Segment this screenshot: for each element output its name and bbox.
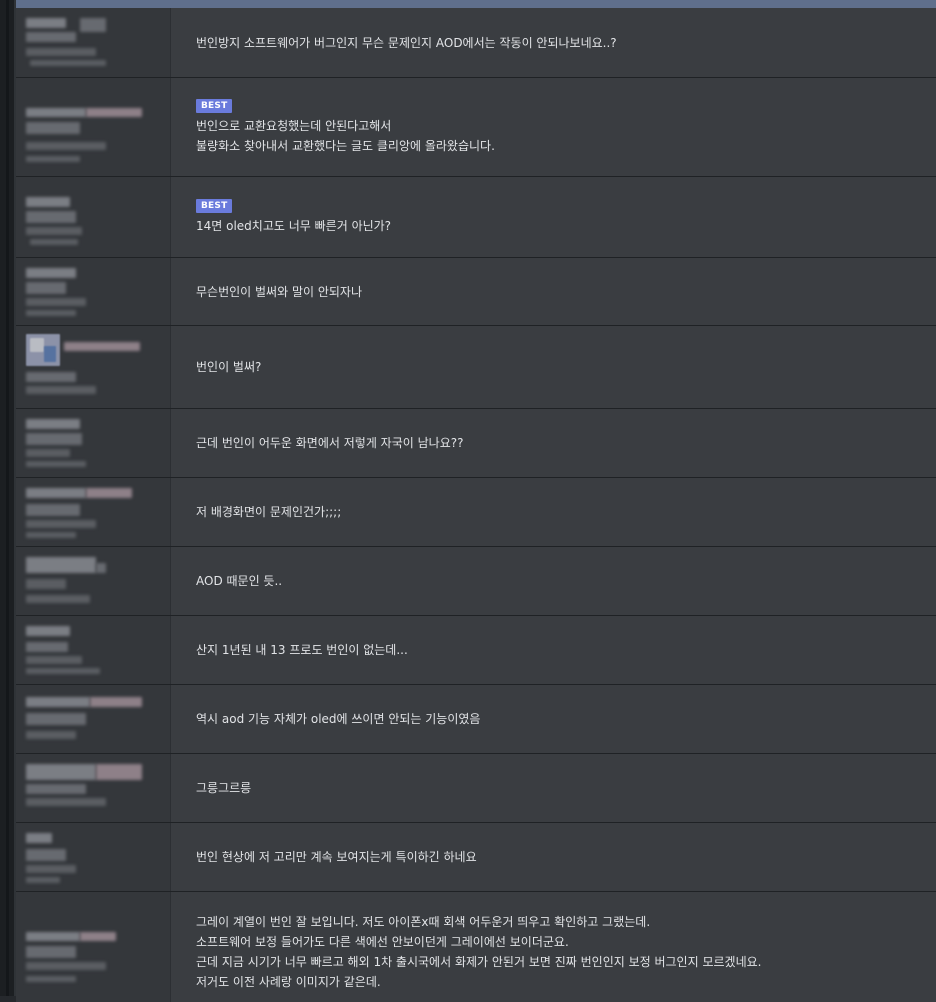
comment-text-line: 무슨번인이 벌써와 말이 안되자나	[196, 284, 363, 299]
comment-text-line: 번인방지 소프트웨어가 버그인지 무슨 문제인지 AOD에서는 작동이 안되나보…	[196, 35, 617, 50]
comment-content: 근데 번인이 어두운 화면에서 저렇게 자국이 남나요??	[196, 409, 916, 477]
comment-author[interactable]	[16, 616, 171, 684]
comment-text-line: 14면 oled치고도 너무 빠른거 아닌가?	[196, 218, 392, 233]
comment-text-line: 저 배경화면이 문제인건가;;;;	[196, 505, 342, 519]
comment-text-line: 번인이 벌써?	[196, 360, 262, 374]
comment-item: 역시 aod 기능 자체가 oled에 쓰이면 안되는 기능이였음	[16, 685, 936, 754]
comment-author[interactable]	[16, 754, 171, 822]
comment-content: 번인방지 소프트웨어가 버그인지 무슨 문제인지 AOD에서는 작동이 안되나보…	[196, 8, 916, 77]
comment-text-line: 불량화소 찾아내서 교환했다는 글도 클리앙에 올라왔습니다.	[196, 138, 495, 153]
comment-item: 그레이 계열이 번인 잘 보입니다. 저도 아이폰x때 회색 어두운거 띄우고 …	[16, 892, 936, 1002]
comment-item: BEST 14면 oled치고도 너무 빠른거 아닌가?	[16, 177, 936, 258]
comment-item: 번인 현상에 저 고리만 계속 보여지는게 특이하긴 하네요	[16, 823, 936, 892]
comment-text-line: 그레이 계열이 번인 잘 보입니다. 저도 아이폰x때 회색 어두운거 띄우고 …	[196, 915, 651, 929]
comment-author[interactable]	[16, 258, 171, 325]
comment-text-line: 근데 지금 시기가 너무 빠르고 해외 1차 출시국에서 화제가 안된거 보면 …	[196, 955, 762, 969]
comment-content: 그레이 계열이 번인 잘 보입니다. 저도 아이폰x때 회색 어두운거 띄우고 …	[196, 892, 916, 1002]
comment-author[interactable]	[16, 892, 171, 1002]
comment-item: BEST 번인으로 교환요청했는데 안된다고해서 불량화소 찾아내서 교환했다는…	[16, 78, 936, 177]
comment-text-line: 번인으로 교환요청했는데 안된다고해서	[196, 118, 392, 133]
comment-author[interactable]	[16, 8, 171, 77]
comment-author[interactable]	[16, 409, 171, 477]
comment-content: 번인이 벌써?	[196, 326, 916, 408]
comment-item: AOD 때문인 듯..	[16, 547, 936, 616]
best-badge: BEST	[196, 198, 233, 213]
comment-item: 무슨번인이 벌써와 말이 안되자나	[16, 258, 936, 326]
comment-list: 번인방지 소프트웨어가 버그인지 무슨 문제인지 AOD에서는 작동이 안되나보…	[16, 8, 936, 1002]
comment-item: 산지 1년된 내 13 프로도 번인이 없는데...	[16, 616, 936, 685]
left-edge-stripe	[6, 0, 9, 996]
comment-text-line: AOD 때문인 듯..	[196, 574, 283, 588]
top-bar	[16, 0, 936, 8]
comment-text-line: 소프트웨어 보정 들어가도 다른 색에선 안보이던게 그레이에선 보이더군요.	[196, 935, 569, 949]
comment-author[interactable]	[16, 78, 171, 176]
comment-item: 근데 번인이 어두운 화면에서 저렇게 자국이 남나요??	[16, 409, 936, 478]
comment-content: BEST 번인으로 교환요청했는데 안된다고해서 불량화소 찾아내서 교환했다는…	[196, 78, 916, 176]
comment-content: 저 배경화면이 문제인건가;;;;	[196, 478, 916, 546]
comment-author[interactable]	[16, 685, 171, 753]
comment-text-line: 그릉그르릉	[196, 781, 252, 795]
comment-content: 역시 aod 기능 자체가 oled에 쓰이면 안되는 기능이였음	[196, 685, 916, 753]
comment-content: AOD 때문인 듯..	[196, 547, 916, 615]
comment-text-line: 산지 1년된 내 13 프로도 번인이 없는데...	[196, 643, 408, 657]
comment-author[interactable]	[16, 326, 171, 408]
best-badge: BEST	[196, 98, 233, 113]
comment-content: 그릉그르릉	[196, 754, 916, 822]
comment-author[interactable]	[16, 177, 171, 257]
comment-author[interactable]	[16, 547, 171, 615]
comment-item: 번인방지 소프트웨어가 버그인지 무슨 문제인지 AOD에서는 작동이 안되나보…	[16, 8, 936, 78]
comment-item: 그릉그르릉	[16, 754, 936, 823]
comment-item: 번인이 벌써?	[16, 326, 936, 409]
left-edge	[0, 0, 16, 996]
comment-content: 번인 현상에 저 고리만 계속 보여지는게 특이하긴 하네요	[196, 823, 916, 891]
comment-text-line: 번인 현상에 저 고리만 계속 보여지는게 특이하긴 하네요	[196, 850, 477, 864]
comment-content: BEST 14면 oled치고도 너무 빠른거 아닌가?	[196, 177, 916, 257]
comment-text-line: 저거도 이전 사례랑 이미지가 같은데.	[196, 975, 381, 989]
comment-author[interactable]	[16, 823, 171, 891]
comment-author[interactable]	[16, 478, 171, 546]
comment-text-line: 역시 aod 기능 자체가 oled에 쓰이면 안되는 기능이였음	[196, 712, 481, 726]
comment-content: 무슨번인이 벌써와 말이 안되자나	[196, 258, 916, 325]
comment-content: 산지 1년된 내 13 프로도 번인이 없는데...	[196, 616, 916, 684]
comment-text-line: 근데 번인이 어두운 화면에서 저렇게 자국이 남나요??	[196, 436, 464, 450]
comment-item: 저 배경화면이 문제인건가;;;;	[16, 478, 936, 547]
